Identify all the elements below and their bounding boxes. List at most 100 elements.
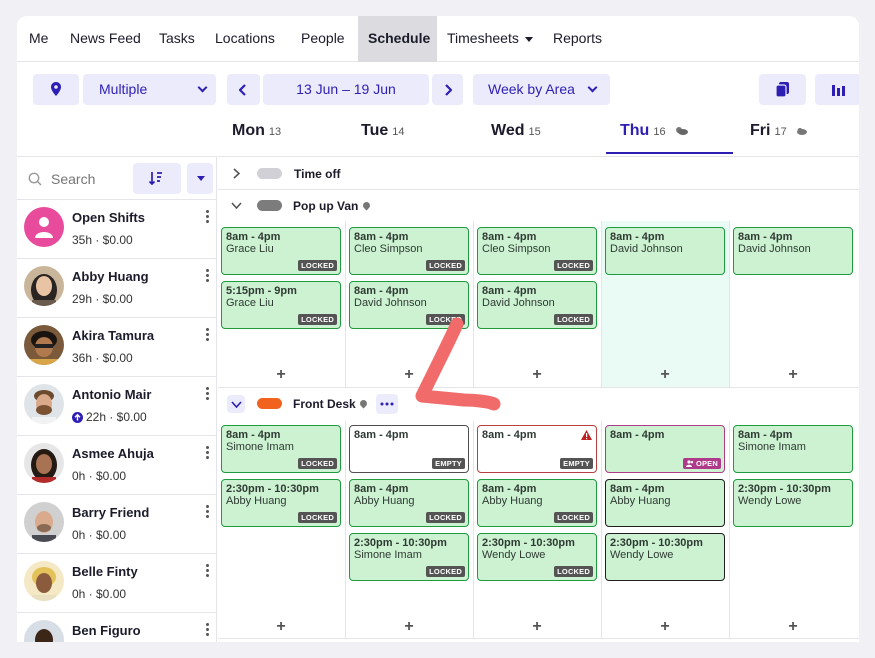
nav-timesheets-label: Timesheets <box>447 30 519 46</box>
shift-card[interactable]: 8am - 4pm Abby Huang LOCKED <box>477 479 597 527</box>
shift-card[interactable]: 5:15pm - 9pm Grace Liu LOCKED <box>221 281 341 329</box>
sort-button[interactable] <box>133 163 181 194</box>
nav-schedule[interactable]: Schedule <box>358 16 437 62</box>
users-icon <box>685 460 694 467</box>
open-shifts-avatar <box>24 207 64 247</box>
shift-card[interactable]: 2:30pm - 10:30pm Wendy Lowe <box>605 533 725 581</box>
person-row-antonio-mair[interactable]: Antonio Mair 22h · $0.00 <box>17 377 217 436</box>
shift-card[interactable]: 8am - 4pm Abby Huang <box>605 479 725 527</box>
day-header-fri[interactable]: Fri 17 <box>750 122 808 154</box>
person-row-akira-tamura[interactable]: Akira Tamura 36h · $0.00 <box>17 318 217 377</box>
more-options-icon[interactable] <box>206 269 210 284</box>
status-badge: LOCKED <box>426 566 465 577</box>
grid-divider <box>473 421 474 638</box>
add-shift-button[interactable]: + <box>274 366 288 384</box>
add-shift-button[interactable]: + <box>786 618 800 636</box>
person-row-barry-friend[interactable]: Barry Friend 0h · $0.00 <box>17 495 217 554</box>
color-swatch <box>257 398 282 409</box>
more-options-icon[interactable] <box>206 564 210 579</box>
nav-reports[interactable]: Reports <box>553 16 602 62</box>
shift-card[interactable]: 8am - 4pm David Johnson <box>605 227 725 275</box>
add-shift-button[interactable]: + <box>274 618 288 636</box>
add-shift-button[interactable]: + <box>530 618 544 636</box>
nav-timesheets[interactable]: Timesheets <box>447 16 533 62</box>
person-row-abby-huang[interactable]: Abby Huang 29h · $0.00 <box>17 259 217 318</box>
shift-time: 8am - 4pm <box>482 429 537 441</box>
status-badge: LOCKED <box>298 458 337 469</box>
more-options-icon[interactable] <box>206 446 210 461</box>
add-shift-button[interactable]: + <box>658 618 672 636</box>
sort-options-button[interactable] <box>187 163 213 194</box>
avatar <box>24 620 64 642</box>
shift-card[interactable]: 8am - 4pm Grace Liu LOCKED <box>221 227 341 275</box>
more-options-icon[interactable] <box>206 328 210 343</box>
prev-week-button[interactable] <box>227 74 260 105</box>
shift-card[interactable]: 8am - 4pm David Johnson <box>733 227 853 275</box>
shift-employee: Wendy Lowe <box>482 549 546 561</box>
nav-me[interactable]: Me <box>29 16 48 62</box>
add-shift-button[interactable]: + <box>658 366 672 384</box>
more-options-icon[interactable] <box>206 210 210 225</box>
person-row-open-shifts[interactable]: Open Shifts 35h · $0.00 <box>17 200 217 259</box>
shift-card[interactable]: 8am - 4pm Cleo Simpson LOCKED <box>477 227 597 275</box>
more-options-icon[interactable] <box>206 387 210 402</box>
chevron-right-icon[interactable] <box>233 168 240 179</box>
stats-button[interactable] <box>815 74 859 105</box>
location-select[interactable]: Multiple <box>83 74 216 105</box>
nav-locations[interactable]: Locations <box>215 16 275 62</box>
partly-cloudy-icon <box>676 127 689 136</box>
person-row-belle-finty[interactable]: Belle Finty 0h · $0.00 <box>17 554 217 613</box>
group-row-front-desk[interactable]: Front Desk <box>218 388 859 420</box>
shift-card[interactable]: 2:30pm - 10:30pm Wendy Lowe <box>733 479 853 527</box>
shift-time: 8am - 4pm <box>482 483 537 495</box>
shift-card[interactable]: 8am - 4pm Simone Imam <box>733 425 853 473</box>
search-input[interactable] <box>51 169 131 189</box>
location-pin-button[interactable] <box>33 74 79 105</box>
date-range-button[interactable]: 13 Jun – 19 Jun <box>263 74 429 105</box>
day-header-thu[interactable]: Thu 16 <box>606 122 733 154</box>
grid-divider <box>218 638 859 639</box>
add-shift-button[interactable]: + <box>530 366 544 384</box>
shift-card-empty[interactable]: 8am - 4pm EMPTY <box>349 425 469 473</box>
nav-news-feed[interactable]: News Feed <box>70 16 141 62</box>
shift-card[interactable]: 2:30pm - 10:30pm Simone Imam LOCKED <box>349 533 469 581</box>
collapse-button[interactable] <box>227 395 245 413</box>
add-shift-button[interactable]: + <box>786 366 800 384</box>
shift-card-open[interactable]: 8am - 4pm OPEN <box>605 425 725 473</box>
person-row-ben-figuro[interactable]: Ben Figuro <box>17 613 217 642</box>
day-header-wed[interactable]: Wed 15 <box>491 122 541 154</box>
map-pin-icon <box>358 398 369 409</box>
status-badge: LOCKED <box>298 260 337 271</box>
shift-card-empty[interactable]: 8am - 4pm EMPTY <box>477 425 597 473</box>
group-row-popup-van[interactable]: Pop up Van <box>218 190 859 222</box>
shift-card[interactable]: 2:30pm - 10:30pm Abby Huang LOCKED <box>221 479 341 527</box>
copy-icon <box>776 82 789 97</box>
chevron-down-icon[interactable] <box>231 202 242 209</box>
day-num: 14 <box>392 126 405 138</box>
top-nav: Me News Feed Tasks Locations People Sche… <box>17 16 859 62</box>
view-mode-select[interactable]: Week by Area <box>473 74 610 105</box>
group-row-time-off[interactable]: Time off <box>218 157 859 189</box>
shift-card[interactable]: 2:30pm - 10:30pm Wendy Lowe LOCKED <box>477 533 597 581</box>
date-range-label: 13 Jun – 19 Jun <box>296 81 396 97</box>
nav-tasks[interactable]: Tasks <box>159 16 195 62</box>
add-shift-button[interactable]: + <box>402 618 416 636</box>
more-options-button[interactable] <box>376 394 398 414</box>
copy-button[interactable] <box>759 74 806 105</box>
shift-employee: Abby Huang <box>610 495 671 507</box>
status-badge: LOCKED <box>554 260 593 271</box>
day-header-mon[interactable]: Mon 13 <box>232 122 281 154</box>
shift-time: 2:30pm - 10:30pm <box>610 537 703 549</box>
shift-time: 8am - 4pm <box>738 429 793 441</box>
next-week-button[interactable] <box>432 74 463 105</box>
person-name: Antonio Mair <box>72 387 152 402</box>
shift-card[interactable]: 8am - 4pm Abby Huang LOCKED <box>349 479 469 527</box>
day-header-tue[interactable]: Tue 14 <box>361 122 405 154</box>
shift-card[interactable]: 8am - 4pm Cleo Simpson LOCKED <box>349 227 469 275</box>
more-options-icon[interactable] <box>206 623 210 638</box>
more-options-icon[interactable] <box>206 505 210 520</box>
person-row-asmee-ahuja[interactable]: Asmee Ahuja 0h · $0.00 <box>17 436 217 495</box>
nav-people[interactable]: People <box>301 16 345 62</box>
shift-card[interactable]: 8am - 4pm Simone Imam LOCKED <box>221 425 341 473</box>
chevron-left-icon <box>239 84 246 96</box>
